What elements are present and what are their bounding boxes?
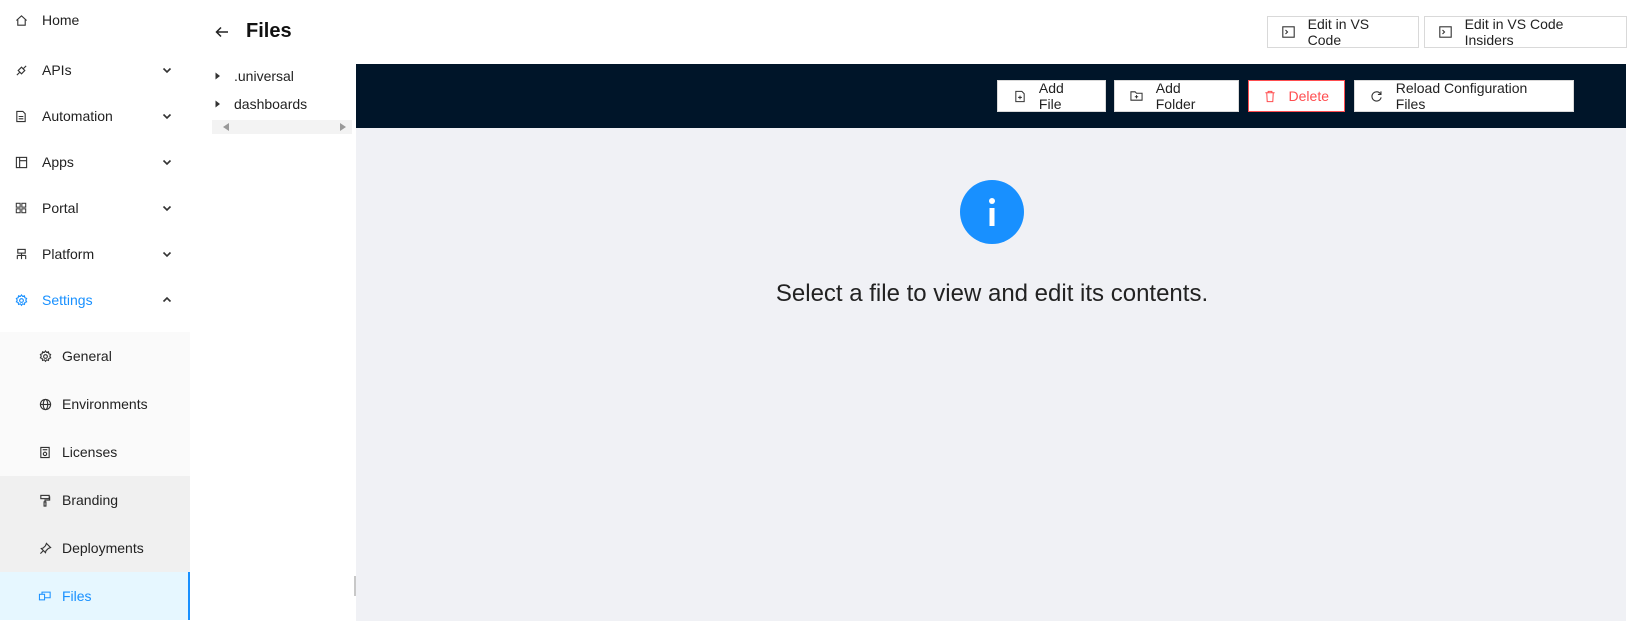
back-button[interactable] xyxy=(212,22,232,42)
nav-apps[interactable]: Apps xyxy=(0,138,190,186)
trash-icon xyxy=(1264,89,1277,103)
add-file-label: Add File xyxy=(1038,80,1064,112)
sidebar-item-label: Files xyxy=(62,588,92,604)
editor-empty-state: Select a file to view and edit its conte… xyxy=(356,128,1626,621)
nav-apps-label: Apps xyxy=(42,154,74,170)
edit-in-vscode-insiders-button[interactable]: Edit in VS Code Insiders xyxy=(1424,16,1627,48)
add-folder-label: Add Folder xyxy=(1155,80,1196,112)
nav-platform[interactable]: Platform xyxy=(0,230,190,278)
sidebar-item-label: Branding xyxy=(62,492,119,508)
sidebar-item-label: General xyxy=(62,348,112,364)
sidebar-item-label: Environments xyxy=(62,396,148,412)
add-folder-button[interactable]: Add Folder xyxy=(1114,80,1239,112)
page-title: Files xyxy=(246,20,292,42)
nav-settings-label: Settings xyxy=(42,292,93,308)
chevron-down-icon xyxy=(160,247,174,261)
nav-portal-label: Portal xyxy=(42,200,79,216)
nav-home[interactable]: Home xyxy=(0,0,190,44)
scroll-left-icon[interactable] xyxy=(222,123,230,131)
sidebar-item-label: Licenses xyxy=(62,444,118,460)
sidebar-item-deployments[interactable]: Deployments xyxy=(0,524,190,572)
gear-icon xyxy=(38,349,52,363)
file-add-icon xyxy=(1013,89,1027,103)
file-icon xyxy=(14,109,28,123)
cluster-icon xyxy=(14,247,28,261)
edit-in-vscode-label: Edit in VS Code xyxy=(1307,16,1370,48)
nav-platform-label: Platform xyxy=(42,246,95,262)
caret-right-icon[interactable] xyxy=(212,70,224,82)
gear-icon xyxy=(14,293,28,307)
reload-icon xyxy=(1370,89,1384,103)
nav-settings[interactable]: Settings xyxy=(0,276,190,324)
nav-apis-label: APIs xyxy=(42,62,72,78)
chevron-down-icon xyxy=(160,109,174,123)
chevron-down-icon xyxy=(160,201,174,215)
empty-state-message: Select a file to view and edit its conte… xyxy=(775,280,1209,307)
sidebar-item-label: Deployments xyxy=(62,540,144,556)
globe-icon xyxy=(38,397,52,411)
terminal-icon xyxy=(1282,25,1296,39)
chevron-down-icon xyxy=(160,155,174,169)
chevron-down-icon xyxy=(160,63,174,77)
sidebar-item-licenses[interactable]: Licenses xyxy=(0,428,190,476)
sidebar-item-files[interactable]: Files xyxy=(0,572,190,620)
arrow-left-icon xyxy=(215,26,228,38)
chevron-up-icon xyxy=(160,293,174,307)
tree-horizontal-scrollbar[interactable] xyxy=(212,120,352,134)
reload-configuration-files-button[interactable]: Reload Configuration Files xyxy=(1354,80,1574,112)
editor-toolbar: Add File Add Folder Delete Reload Config… xyxy=(356,64,1626,128)
tree-node-dashboards[interactable]: dashboards xyxy=(212,93,307,115)
terminal-icon xyxy=(1439,25,1453,39)
api-icon xyxy=(14,63,28,77)
nav-home-label: Home xyxy=(42,12,80,28)
info-icon xyxy=(960,180,1024,244)
add-file-button[interactable]: Add File xyxy=(997,80,1106,112)
sidebar-item-environments[interactable]: Environments xyxy=(0,380,190,428)
layout-icon xyxy=(14,155,28,169)
folder-add-icon xyxy=(1130,89,1144,103)
files-icon xyxy=(38,589,52,603)
edit-in-vscode-insiders-label: Edit in VS Code Insiders xyxy=(1464,16,1564,48)
sidebar-item-branding[interactable]: Branding xyxy=(0,476,190,524)
edit-in-vscode-button[interactable]: Edit in VS Code xyxy=(1267,16,1419,48)
license-icon xyxy=(38,445,52,459)
tree-node-universal[interactable]: .universal xyxy=(212,65,294,87)
sidebar-item-general[interactable]: General xyxy=(0,332,190,380)
nav-portal[interactable]: Portal xyxy=(0,184,190,232)
tree-node-label: .universal xyxy=(234,68,294,84)
reload-configuration-files-label: Reload Configuration Files xyxy=(1395,80,1528,112)
delete-button[interactable]: Delete xyxy=(1248,80,1345,112)
nav-apis[interactable]: APIs xyxy=(0,46,190,94)
scroll-right-icon[interactable] xyxy=(339,123,347,131)
grid-icon xyxy=(14,201,28,215)
nav-automation-label: Automation xyxy=(42,108,113,124)
tree-node-label: dashboards xyxy=(234,96,308,112)
caret-right-icon[interactable] xyxy=(212,98,224,110)
paint-roller-icon xyxy=(38,493,52,507)
delete-label: Delete xyxy=(1288,88,1329,104)
sidebar: Home APIs Automation Apps Portal Platfor… xyxy=(0,0,190,621)
pin-icon xyxy=(38,541,52,555)
home-icon xyxy=(14,13,28,27)
nav-automation[interactable]: Automation xyxy=(0,92,190,140)
